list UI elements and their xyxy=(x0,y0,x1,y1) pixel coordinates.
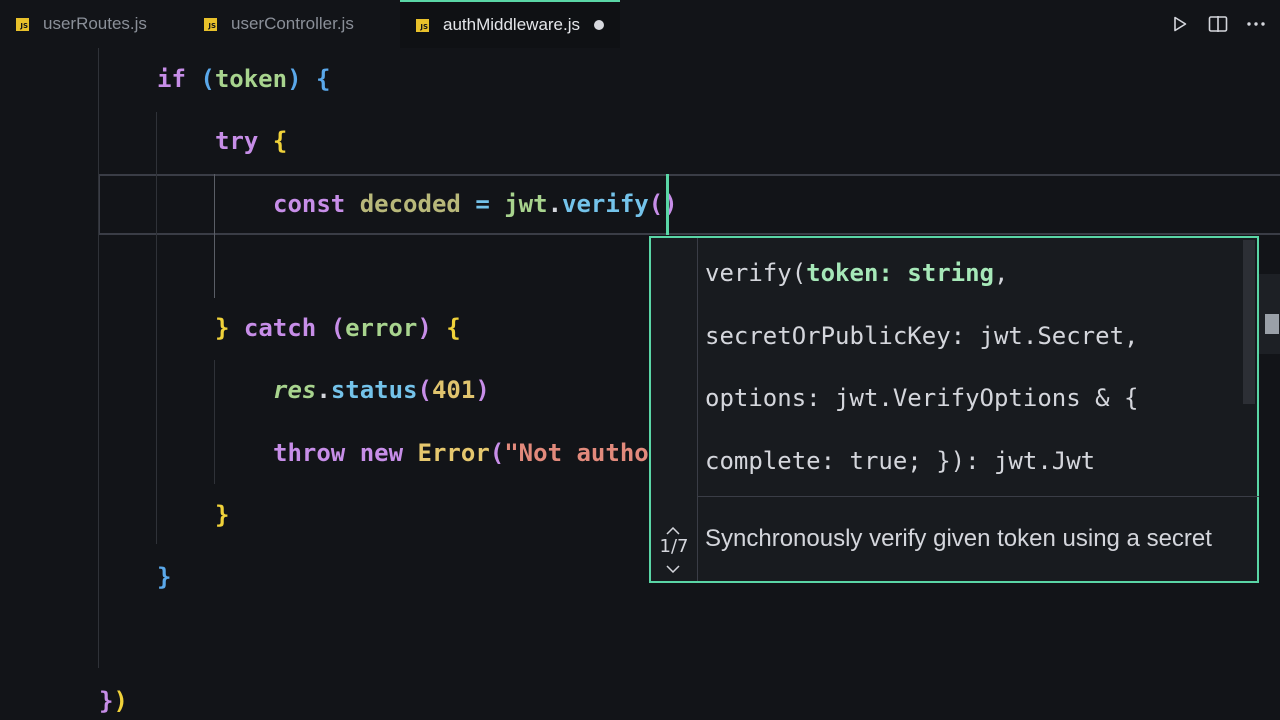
tab-label: authMiddleware.js xyxy=(443,15,581,34)
code-line[interactable]: }) xyxy=(99,686,128,716)
code-line[interactable]: if (token) { xyxy=(157,64,330,94)
signature-text: verify(token: string, secretOrPublicKey:… xyxy=(705,258,1138,508)
keyword: const xyxy=(273,190,346,218)
keyword: throw xyxy=(273,439,346,467)
identifier: error xyxy=(345,314,418,342)
code-line[interactable]: const decoded = jwt.verify() xyxy=(273,189,678,219)
tab-bar: JS userRoutes.js JS userController.js JS… xyxy=(0,0,1280,48)
function-name: verify xyxy=(562,190,649,218)
function-name: status xyxy=(330,376,418,404)
signature-help-scrollbar[interactable] xyxy=(1243,240,1255,404)
operator: = xyxy=(475,190,490,218)
keyword: new xyxy=(359,439,404,467)
signature-documentation: Synchronously verify given token using a… xyxy=(705,525,1212,552)
overload-counter: 1/7 xyxy=(659,536,689,557)
bracket: } xyxy=(215,314,230,342)
punctuation: . xyxy=(316,376,331,404)
tab-label: userController.js xyxy=(231,14,354,33)
keyword: try xyxy=(215,127,259,155)
editor-actions xyxy=(1170,0,1266,48)
bracket: { xyxy=(272,127,288,155)
indent-guide xyxy=(156,112,157,544)
code-line[interactable]: } xyxy=(215,500,229,530)
tab-label: userRoutes.js xyxy=(43,14,147,33)
signature-help-popup[interactable]: verify(token: string, secretOrPublicKey:… xyxy=(649,236,1259,583)
js-file-icon: JS xyxy=(416,18,429,32)
keyword: catch xyxy=(243,314,317,342)
signature-line: complete: true; }): jwt.Jwt xyxy=(705,446,1096,475)
overview-ruler-marker xyxy=(1265,314,1279,334)
bracket: ( xyxy=(489,439,505,467)
code-line[interactable]: throw new Error("Not autho xyxy=(273,438,649,468)
chevron-down-icon[interactable] xyxy=(665,563,681,575)
bracket: ( xyxy=(200,65,215,93)
bracket: ) xyxy=(287,65,302,93)
identifier: jwt xyxy=(504,190,548,218)
bracket: ) xyxy=(113,687,128,715)
overview-ruler[interactable] xyxy=(1258,274,1280,354)
bracket: ( xyxy=(330,314,346,342)
identifier: res xyxy=(273,376,317,404)
text-cursor xyxy=(666,174,669,235)
signature-line: secretOrPublicKey: jwt.Secret, xyxy=(705,321,1139,350)
identifier: decoded xyxy=(359,190,461,218)
signature-line: options: jwt.VerifyOptions & { xyxy=(705,384,1139,412)
bracket: { xyxy=(446,314,461,342)
signature-line: verify(token: string, xyxy=(705,258,1138,321)
punctuation: , xyxy=(994,259,1009,287)
bracket: ( xyxy=(417,376,432,404)
tab-authmiddleware[interactable]: JS authMiddleware.js xyxy=(400,0,621,48)
bracket: } xyxy=(157,563,172,591)
tab-userroutes[interactable]: JS userRoutes.js xyxy=(16,0,147,48)
bracket: () xyxy=(648,190,678,218)
active-parameter: token: string xyxy=(806,259,994,287)
unsaved-dot-icon[interactable] xyxy=(594,20,605,30)
string-literal: "Not autho xyxy=(504,439,649,467)
keyword: if xyxy=(157,65,186,93)
signature-function-name: verify( xyxy=(705,259,807,287)
bracket: { xyxy=(315,65,331,93)
code-line[interactable]: } xyxy=(157,562,171,592)
more-icon[interactable] xyxy=(1246,14,1266,34)
number-literal: 401 xyxy=(431,376,476,404)
js-file-icon: JS xyxy=(204,17,217,31)
class-name: Error xyxy=(417,439,490,467)
bracket: ) xyxy=(417,314,432,342)
divider xyxy=(698,496,1259,497)
code-line[interactable]: } catch (error) { xyxy=(215,313,461,343)
tab-usercontroller[interactable]: JS userController.js xyxy=(204,0,354,48)
run-icon[interactable] xyxy=(1170,14,1190,34)
indent-guide xyxy=(214,360,215,484)
indent-guide xyxy=(98,48,99,668)
bracket: } xyxy=(215,501,230,529)
bracket: } xyxy=(99,687,114,715)
code-line[interactable]: try { xyxy=(215,126,287,156)
identifier: token xyxy=(214,65,288,93)
indent-guide-active xyxy=(214,174,215,298)
punctuation: . xyxy=(547,190,563,218)
split-editor-icon[interactable] xyxy=(1208,14,1228,34)
bracket: ) xyxy=(475,376,490,404)
js-file-icon: JS xyxy=(16,17,29,31)
code-line[interactable]: res.status(401) xyxy=(273,375,490,405)
